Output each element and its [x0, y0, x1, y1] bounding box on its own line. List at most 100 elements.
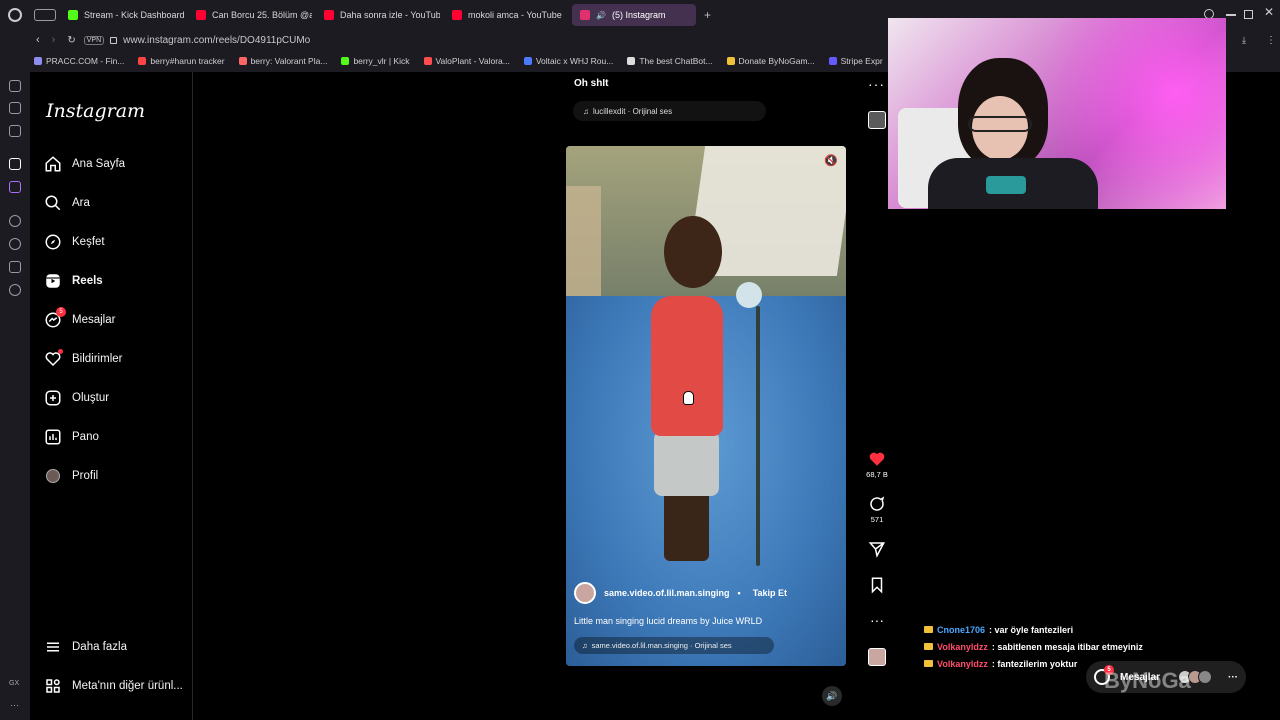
reel-video[interactable]: 🔇 same.video.of.lil.man.singing • Takip … — [566, 146, 846, 666]
music-note-icon: ♫ — [583, 106, 589, 116]
nav-reels[interactable]: Reels — [44, 269, 103, 293]
streamer-webcam — [888, 18, 1226, 209]
workspaces-icon[interactable] — [34, 9, 56, 21]
comment-button[interactable]: 571 — [862, 495, 892, 524]
menu-dots-icon[interactable]: ⋮ — [1266, 35, 1276, 46]
bookmark-pracc[interactable]: PRACC.COM - Fin... — [34, 56, 124, 66]
mute-icon[interactable]: 🔇 — [824, 154, 838, 167]
more-options-icon[interactable]: ··· — [868, 76, 885, 92]
bookmark-harun-tracker[interactable]: berry#harun tracker — [138, 56, 225, 66]
nav-meta-products[interactable]: Meta'nın diğer ürünl... — [44, 674, 183, 698]
history-icon[interactable] — [9, 238, 21, 250]
bookmark-label: berry_vlr | Kick — [353, 56, 410, 66]
tab-can-borcu[interactable]: Can Borcu 25. Bölüm @at — [188, 4, 312, 26]
back-icon[interactable]: ‹ — [36, 34, 40, 46]
tab-instagram[interactable]: 🔊 (5) Instagram — [572, 4, 696, 26]
more-options-button[interactable]: ··· — [862, 612, 892, 628]
dashboard-icon — [45, 429, 61, 445]
crown-icon — [924, 660, 933, 667]
reels-icon — [46, 274, 60, 288]
aria-icon[interactable] — [9, 80, 21, 92]
nav-search[interactable]: Ara — [44, 191, 90, 215]
tab-daha-sonra-izle[interactable]: Daha sonra izle - YouTube — [316, 4, 440, 26]
minimize-icon[interactable] — [1226, 14, 1236, 16]
nav-label: Reels — [72, 275, 103, 287]
bottom-volume-icon[interactable]: 🔊 — [822, 686, 842, 706]
nav-label: Ara — [72, 197, 90, 209]
bookmark-stripe[interactable]: Stripe Expr — [828, 56, 883, 66]
share-button[interactable] — [862, 540, 892, 560]
kick-favicon-icon — [68, 10, 78, 20]
nav-messages[interactable]: 5 Mesajlar — [44, 307, 115, 332]
bookmark-label: Voltaic x WHJ Rou... — [535, 56, 614, 66]
gx-label: GX — [9, 680, 20, 687]
audio-thumbnail-icon — [868, 648, 886, 666]
audio-thumbnail-button[interactable] — [862, 648, 892, 666]
audio-thumbnail[interactable] — [868, 111, 886, 129]
tab-label: (5) Instagram — [611, 10, 666, 20]
heart-icon — [44, 349, 63, 368]
author-username[interactable]: same.video.of.lil.man.singing — [604, 588, 730, 598]
previous-reel-caption: Oh shIt — [574, 78, 609, 89]
new-tab-button[interactable]: + — [704, 8, 711, 22]
comment-icon — [870, 496, 885, 511]
like-button[interactable]: 68,7 B — [862, 450, 892, 479]
twitch-icon[interactable] — [9, 181, 21, 193]
reel-audio[interactable]: ♫ same.video.of.lil.man.singing · Orijin… — [574, 637, 774, 654]
bookmark-valoplant[interactable]: ValoPlant - Valora... — [423, 56, 510, 66]
bookmark-berry-kick[interactable]: berry_vlr | Kick — [341, 56, 410, 66]
follow-button[interactable]: Takip Et — [753, 588, 787, 598]
nav-home[interactable]: Ana Sayfa — [44, 152, 125, 176]
bookmark-donate[interactable]: Donate ByNoGam... — [726, 56, 815, 66]
tab-label: mokoli amca - YouTube — [468, 10, 562, 20]
nav-profile[interactable]: Profil — [44, 464, 98, 488]
author-avatar[interactable] — [574, 582, 596, 604]
youtube-favicon-icon — [196, 10, 206, 20]
save-button[interactable] — [862, 576, 892, 596]
gmail-icon[interactable] — [9, 125, 21, 137]
player-icon[interactable] — [9, 215, 21, 227]
bookmark-chatbot[interactable]: The best ChatBot... — [627, 56, 713, 66]
nav-create[interactable]: Oluştur — [44, 386, 109, 410]
reel-author[interactable]: same.video.of.lil.man.singing • Takip Et — [574, 582, 787, 604]
more-dots-icon[interactable]: ··· — [10, 700, 19, 710]
settings-icon[interactable] — [9, 284, 21, 296]
previous-reel-audio[interactable]: ♫ lucillexdit · Orijinal ses — [573, 101, 766, 121]
chat-text: : var öyle fantezileri — [989, 624, 1074, 635]
nav-notifications[interactable]: Bildirimler — [44, 347, 122, 371]
nav-explore[interactable]: Keşfet — [44, 230, 105, 254]
download-icon[interactable]: ⤓ — [1242, 35, 1246, 46]
tab-mokoli-amca[interactable]: mokoli amca - YouTube — [444, 4, 568, 26]
nav-more[interactable]: Daha fazla — [44, 635, 127, 659]
easel-icon[interactable] — [9, 102, 21, 114]
nav-label: Keşfet — [72, 236, 105, 248]
tab-label: Stream - Kick Dashboard — [84, 10, 184, 20]
extensions-icon[interactable] — [9, 261, 21, 273]
tab-kick-dashboard[interactable]: Stream - Kick Dashboard — [60, 4, 184, 26]
url-field[interactable]: www.instagram.com/reels/DO4911pCUMo — [123, 35, 310, 46]
forward-icon[interactable]: › — [52, 34, 56, 46]
vpn-badge[interactable]: VPN — [83, 35, 105, 45]
crown-icon — [924, 643, 933, 650]
reel-description[interactable]: Little man singing lucid dreams by Juice… — [574, 616, 762, 626]
instagram-favicon-icon — [580, 10, 590, 20]
nav-dashboard[interactable]: Pano — [44, 425, 99, 449]
heart-filled-icon — [869, 452, 885, 466]
bookmark-valorant-pla[interactable]: berry: Valorant Pla... — [238, 56, 328, 66]
chat-text: : fantezilerim yoktur — [991, 658, 1078, 669]
youtube-favicon-icon — [452, 10, 462, 20]
nav-label: Profil — [72, 470, 99, 482]
nav-label: Meta'nın diğer ürünl... — [72, 680, 183, 692]
messages-badge: 5 — [56, 307, 66, 317]
bookmark-label: berry: Valorant Pla... — [250, 56, 328, 66]
kick-icon[interactable] — [9, 158, 21, 170]
audio-label: same.video.of.lil.man.singing · Orijinal… — [591, 641, 732, 650]
close-window-icon[interactable]: ✕ — [1264, 5, 1274, 19]
instagram-logo[interactable]: Instagram — [46, 100, 145, 122]
opera-logo-icon[interactable] — [8, 8, 22, 22]
more-dots-icon[interactable]: ··· — [1228, 672, 1238, 683]
speaker-icon[interactable]: 🔊 — [596, 11, 606, 20]
bookmark-voltaic[interactable]: Voltaic x WHJ Rou... — [523, 56, 614, 66]
reload-icon[interactable]: ↻ — [67, 35, 75, 46]
maximize-icon[interactable] — [1244, 10, 1253, 19]
